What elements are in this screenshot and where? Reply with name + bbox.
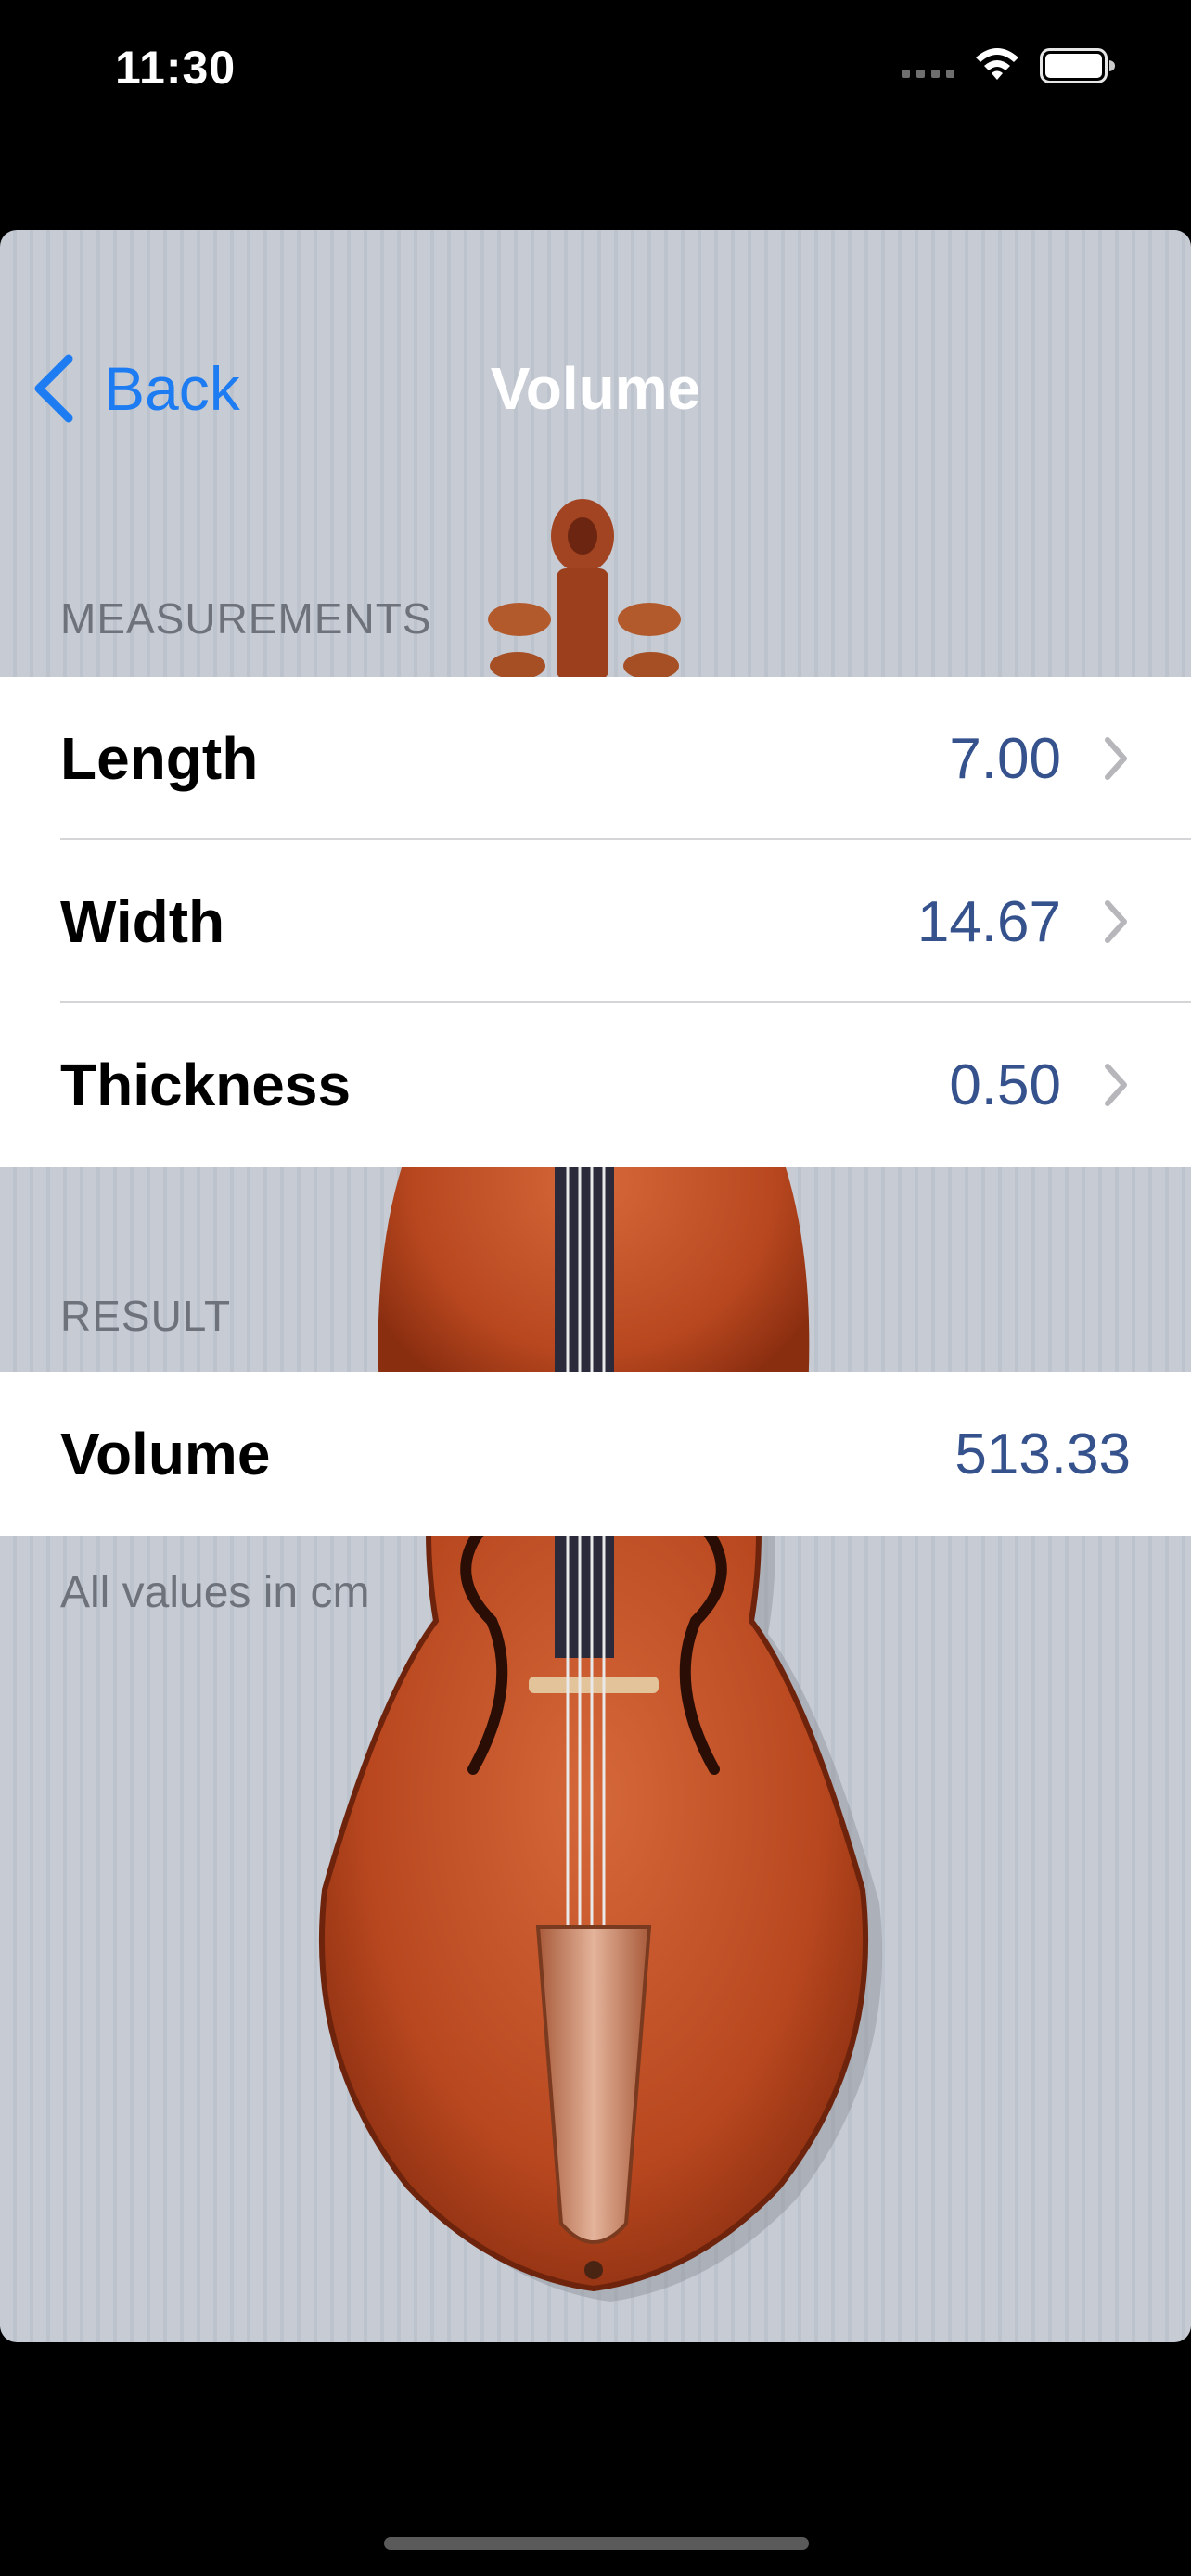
length-label: Length (60, 725, 259, 792)
length-value: 7.00 (949, 726, 1061, 791)
battery-icon (1040, 48, 1115, 83)
home-indicator[interactable] (384, 2537, 809, 2550)
cellular-signal-icon (902, 65, 957, 78)
chevron-right-icon (1105, 900, 1127, 943)
width-row[interactable]: Width 14.67 (0, 840, 1191, 1003)
chevron-right-icon (1105, 737, 1127, 780)
thickness-value: 0.50 (949, 1052, 1061, 1117)
measurements-table: Length 7.00 Width 14.67 Thickness 0.50 (0, 677, 1191, 1167)
units-footer-note: All values in cm (60, 1568, 370, 1617)
thickness-label: Thickness (60, 1052, 352, 1118)
status-time: 11:30 (115, 42, 237, 94)
chevron-right-icon (1105, 1064, 1127, 1106)
volume-row: Volume 513.33 (0, 1372, 1191, 1536)
wifi-icon (976, 48, 1018, 80)
length-row[interactable]: Length 7.00 (0, 677, 1191, 840)
volume-label: Volume (60, 1421, 271, 1487)
measurements-section-header: MEASUREMENTS (60, 594, 432, 643)
thickness-row[interactable]: Thickness 0.50 (0, 1003, 1191, 1167)
volume-value: 513.33 (954, 1422, 1131, 1486)
result-section-header: RESULT (60, 1292, 232, 1340)
volume-sheet: Back Volume MEASUREMENTS Length 7.00 Wid… (0, 230, 1191, 2342)
width-label: Width (60, 888, 225, 955)
page-title: Volume (490, 355, 701, 422)
status-bar: 11:30 (0, 0, 1191, 139)
result-table: Volume 513.33 (0, 1372, 1191, 1536)
width-value: 14.67 (916, 889, 1061, 954)
